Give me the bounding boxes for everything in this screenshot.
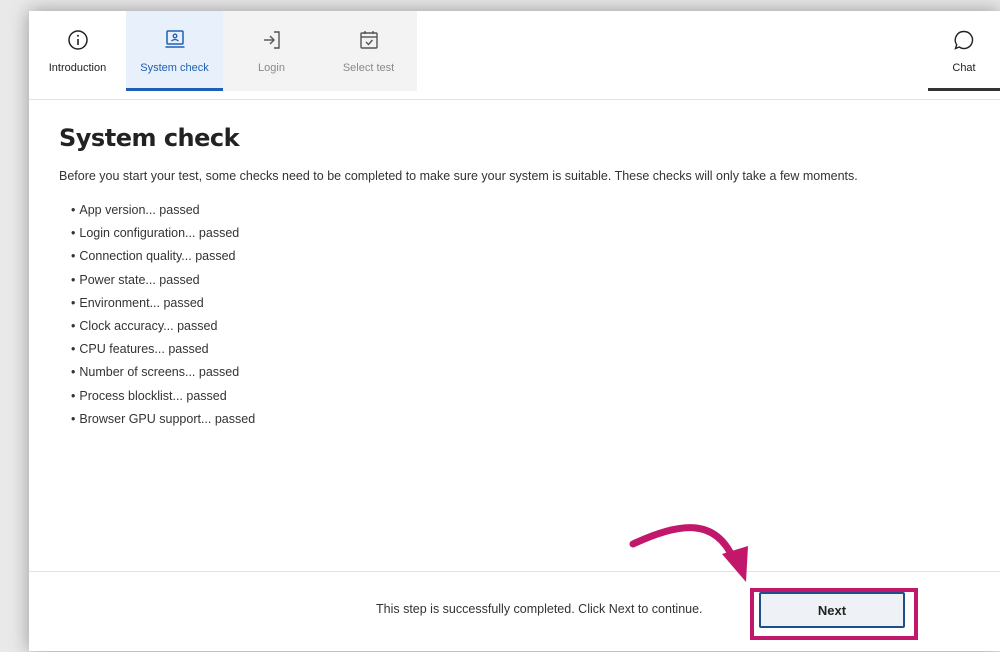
check-item: Number of screens... passed <box>71 365 979 388</box>
laptop-icon <box>165 30 184 48</box>
calendar-icon <box>359 31 378 49</box>
tab-label: System check <box>140 62 209 74</box>
next-button[interactable]: Next <box>759 592 905 628</box>
tab-label: Introduction <box>48 62 107 74</box>
tab-system-check[interactable]: System check <box>126 11 223 91</box>
check-item: Environment... passed <box>71 296 979 319</box>
chat-icon <box>954 30 974 50</box>
chat-button[interactable]: Chat <box>928 11 1000 91</box>
check-list: App version... passedLogin configuration… <box>71 203 979 435</box>
check-item: Clock accuracy... passed <box>71 319 979 342</box>
app-window: Introduction System check Login Select t… <box>29 11 1000 651</box>
login-icon <box>263 31 280 49</box>
info-icon <box>67 30 88 50</box>
check-item: Browser GPU support... passed <box>71 412 979 435</box>
step-nav: Introduction System check Login Select t… <box>29 11 1000 100</box>
main-content: System check Before you start your test,… <box>59 124 979 435</box>
intro-text: Before you start your test, some checks … <box>59 169 858 183</box>
tab-introduction[interactable]: Introduction <box>29 11 126 91</box>
check-item: Connection quality... passed <box>71 249 979 272</box>
check-item: Power state... passed <box>71 273 979 296</box>
check-item: Process blocklist... passed <box>71 389 979 412</box>
tab-login[interactable]: Login <box>223 11 320 91</box>
tab-label: Login <box>258 62 285 74</box>
tab-label: Select test <box>342 62 395 74</box>
check-item: Login configuration... passed <box>71 226 979 249</box>
chat-label: Chat <box>952 62 976 74</box>
footer: This step is successfully completed. Cli… <box>29 571 1000 652</box>
check-item: App version... passed <box>71 203 979 226</box>
check-item: CPU features... passed <box>71 342 979 365</box>
tab-select-test[interactable]: Select test <box>320 11 417 91</box>
status-message: This step is successfully completed. Cli… <box>376 602 703 616</box>
page-title: System check <box>59 124 240 152</box>
